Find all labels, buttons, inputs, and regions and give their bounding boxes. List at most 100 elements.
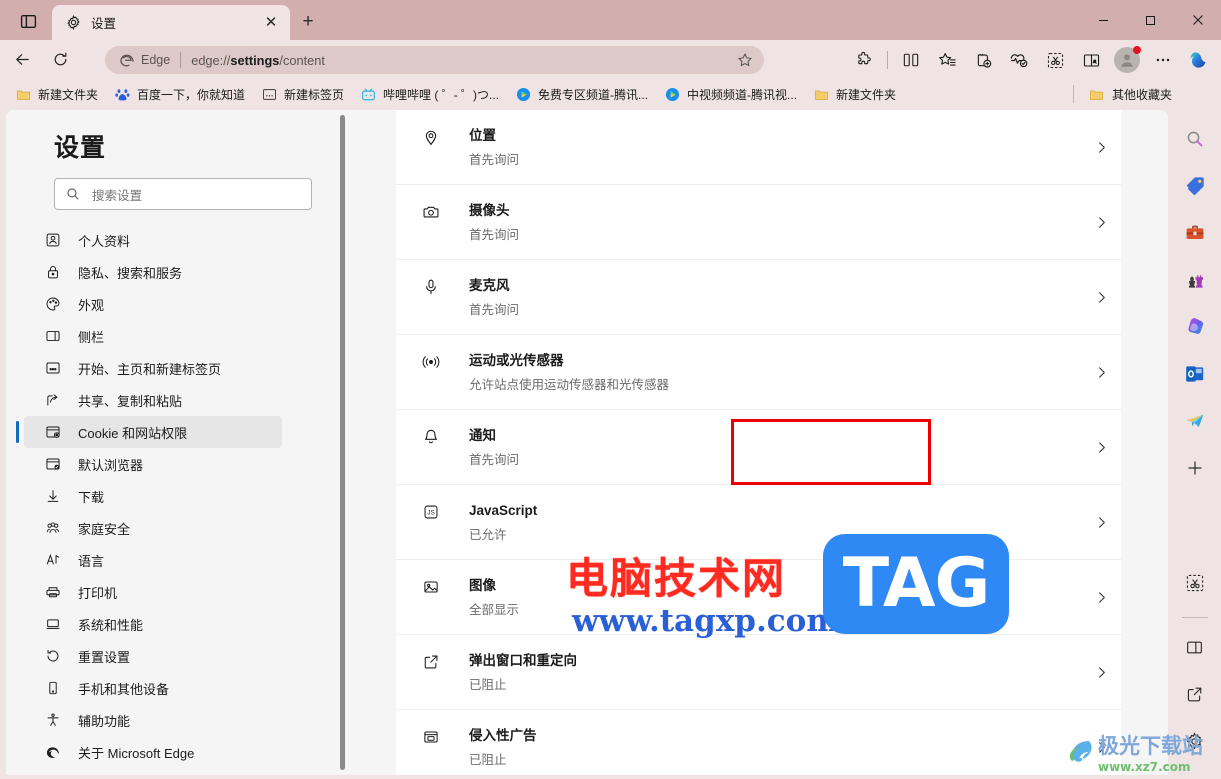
sidebar-item-privacy[interactable]: 隐私、搜索和服务 [24,256,282,288]
sidebar-add-icon[interactable] [1178,451,1212,485]
sidebar-office-icon[interactable] [1178,310,1212,344]
sidebar-scrollbar[interactable] [340,115,345,770]
chevron-right-icon[interactable] [1081,366,1121,379]
permission-subtitle: 首先询问 [469,228,520,242]
new-tab-button[interactable]: + [294,9,322,35]
share-icon [44,391,62,409]
sidebar-open-icon[interactable] [1178,677,1212,711]
sidebar-split-icon[interactable] [1178,630,1212,664]
sidebar-item-sidebar[interactable]: 侧栏 [24,320,282,352]
sidebar-item-languages[interactable]: 语言 [24,544,282,576]
permission-text: 侵入性广告 已阻止 [469,727,1081,768]
browser-tab-settings[interactable]: 设置 ✕ [52,5,290,40]
chevron-right-icon[interactable] [1081,216,1121,229]
sidebar-item-system[interactable]: 系统和性能 [24,608,282,640]
profile-button[interactable] [1111,45,1143,75]
browser-essentials-button[interactable] [1003,45,1035,75]
collections-button[interactable] [967,45,999,75]
bookmark-label: 中视频频道-腾讯视... [687,87,798,102]
bookmarks-bar: 新建文件夹 百度一下，你就知道 新建标签页 哔哩哔哩 (゜- ゜)つ... 免… [0,78,1221,110]
sidebar-item-profile[interactable]: 个人资料 [24,224,282,256]
edge-badge: Edge [119,52,170,68]
accessibility-icon [44,711,62,729]
popup-icon [421,653,441,671]
folder-icon [813,86,829,102]
sidebar-shopping-icon[interactable] [1178,169,1212,203]
permissions-list: 位置 首先询问 摄像头 首先询问 麦克风 首先询问 运动或光传感器 允许站点使用… [396,110,1121,775]
permission-row-sensors[interactable]: 运动或光传感器 允许站点使用运动传感器和光传感器 [396,335,1121,410]
bookmark-item[interactable]: 新建文件夹 [806,82,903,106]
bookmark-item[interactable]: 新建文件夹 [8,82,105,106]
permission-title: 通知 [469,428,496,443]
search-settings-input[interactable]: 搜索设置 [54,178,312,210]
permission-row-intrusive-ads[interactable]: 侵入性广告 已阻止 [396,710,1121,775]
permission-subtitle: 首先询问 [469,303,520,317]
permission-row-location[interactable]: 位置 首先询问 [396,110,1121,185]
sidebar-item-downloads[interactable]: 下载 [24,480,282,512]
chevron-right-icon[interactable] [1081,666,1121,679]
sidebar-games-icon[interactable] [1178,263,1212,297]
sidebar-item-startpage[interactable]: 开始、主页和新建标签页 [24,352,282,384]
screenshot-button[interactable] [1039,45,1071,75]
bookmark-item[interactable]: 中视频频道-腾讯视... [657,82,804,106]
sidebar-item-reset-settings[interactable]: 重置设置 [24,640,282,672]
address-bar[interactable]: Edge edge://settings/content [105,46,764,74]
settings-sidebar: 设置 搜索设置 个人资料 隐私、搜索和服务 外观 侧栏 开始、主页和新建标签页 … [6,110,346,775]
sidebar-item-appearance[interactable]: 外观 [24,288,282,320]
star-icon[interactable] [732,48,758,72]
chevron-right-icon[interactable] [1081,291,1121,304]
sidebar-item-cookies-permissions[interactable]: Cookie 和网站权限 [16,416,282,448]
maximize-button[interactable] [1127,0,1174,40]
sidebar-item-label: 共享、复制和粘贴 [78,393,183,409]
close-icon[interactable]: ✕ [260,12,282,34]
lock-icon [44,263,62,281]
favorites-button[interactable] [931,45,963,75]
sidebar-item-label: 打印机 [78,585,118,601]
chevron-right-icon[interactable] [1081,141,1121,154]
copilot-button[interactable] [1183,45,1215,75]
page-title: 设置 [54,134,107,162]
chevron-right-icon[interactable] [1081,516,1121,529]
chevron-right-icon[interactable] [1081,441,1121,454]
bookmark-item[interactable]: 哔哩哔哩 ( ゜- ゜)つ... [353,82,506,106]
language-icon [44,551,62,569]
permission-row-camera[interactable]: 摄像头 首先询问 [396,185,1121,260]
svg-text:JS: JS [427,510,434,517]
sidebar-item-phone-devices[interactable]: 手机和其他设备 [24,672,282,704]
sidebar-item-about-edge[interactable]: 关于 Microsoft Edge [24,736,282,768]
sidebar-search-icon[interactable] [1178,122,1212,156]
bookmark-item[interactable]: 百度一下，你就知道 [107,82,252,106]
extensions-button[interactable] [848,45,880,75]
sidebar-item-family-safety[interactable]: 家庭安全 [24,512,282,544]
sidebar-screenshot-icon[interactable] [1178,566,1212,600]
page-content: 设置 搜索设置 个人资料 隐私、搜索和服务 外观 侧栏 开始、主页和新建标签页 … [6,110,1168,775]
sidebar-outlook-icon[interactable] [1178,357,1212,391]
avatar[interactable] [1112,45,1142,75]
sidebar-item-label: 开始、主页和新建标签页 [78,361,222,377]
other-favorites-button[interactable]: 其他收藏夹 [1082,82,1179,106]
sidebar-item-printers[interactable]: 打印机 [24,576,282,608]
permission-text: 运动或光传感器 允许站点使用运动传感器和光传感器 [469,352,1081,393]
bell-icon [421,428,441,446]
permission-row-microphone[interactable]: 麦克风 首先询问 [396,260,1121,335]
read-aloud-button[interactable] [1075,45,1107,75]
sidebar-tools-icon[interactable] [1178,216,1212,250]
chevron-right-icon[interactable] [1081,591,1121,604]
sidebar-item-default-browser[interactable]: 默认浏览器 [24,448,282,480]
sidebar-item-share[interactable]: 共享、复制和粘贴 [24,384,282,416]
sidebar-item-label: 重置设置 [78,649,131,665]
refresh-button[interactable] [44,44,76,74]
tab-actions-button[interactable] [10,6,46,36]
sidebar-item-accessibility[interactable]: 辅助功能 [24,704,282,736]
sidebar-telegram-icon[interactable] [1178,404,1212,438]
palette-icon [44,295,62,313]
bookmark-item[interactable]: 新建标签页 [254,82,351,106]
minimize-button[interactable] [1080,0,1127,40]
split-screen-button[interactable] [895,45,927,75]
bookmark-item[interactable]: 免费专区频道-腾讯... [508,82,655,106]
settings-more-button[interactable] [1147,45,1179,75]
permission-row-popups[interactable]: 弹出窗口和重定向 已阻止 [396,635,1121,710]
back-button[interactable] [6,44,38,74]
permission-row-notifications[interactable]: 通知 首先询问 [396,410,1121,485]
close-button[interactable] [1174,0,1221,40]
